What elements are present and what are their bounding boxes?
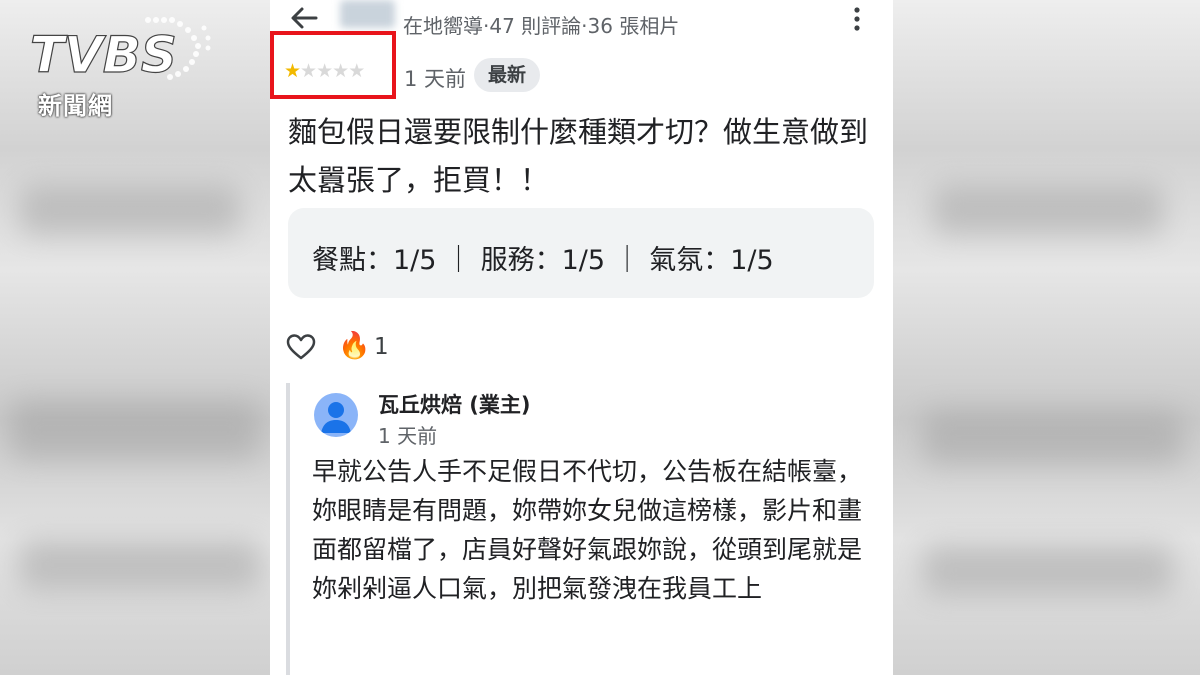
newest-badge: 最新	[474, 58, 541, 92]
review-time: 1 天前	[404, 67, 467, 91]
owner-reply-time: 1 天前	[378, 424, 438, 448]
reply-divider	[286, 383, 290, 675]
reviewer-meta: 在地嚮導‧47 則評論‧36 張相片	[403, 14, 680, 38]
tvbs-logo-mark: TVBS	[29, 17, 211, 85]
heart-icon[interactable]	[286, 333, 316, 361]
blurred-background-right	[893, 0, 1200, 675]
review-screen: 在地嚮導‧47 則評論‧36 張相片 ★★★★★ 1 天前 最新 麵包假日還要限…	[270, 0, 893, 675]
person-avatar-icon[interactable]	[314, 393, 358, 437]
tvbs-news-logo: TVBS 新聞網	[28, 14, 213, 120]
score-breakdown: 餐點：1/5 ｜ 服務：1/5 ｜ 氣氛：1/5	[312, 245, 774, 276]
more-vert-icon[interactable]	[850, 6, 864, 32]
fire-icon[interactable]: 🔥	[338, 331, 370, 361]
rating-highlight-box	[270, 31, 396, 99]
logo-subtitle: 新聞網	[38, 92, 113, 120]
svg-text:TVBS: TVBS	[30, 26, 177, 84]
score-card: 餐點：1/5 ｜ 服務：1/5 ｜ 氣氛：1/5	[288, 208, 874, 298]
review-text: 麵包假日還要限制什麼種類才切？做生意做到太囂張了，拒買！！	[288, 115, 869, 197]
fire-reaction-count: 1	[374, 334, 389, 360]
arrow-left-icon[interactable]	[288, 4, 320, 32]
owner-name: 瓦丘烘焙 (業主)	[378, 393, 531, 417]
owner-reply-text: 早就公告人手不足假日不代切，公告板在結帳臺，妳眼睛是有問題，妳帶妳女兒做這榜樣，…	[312, 457, 863, 603]
reviewer-avatar-blurred[interactable]	[340, 0, 395, 28]
